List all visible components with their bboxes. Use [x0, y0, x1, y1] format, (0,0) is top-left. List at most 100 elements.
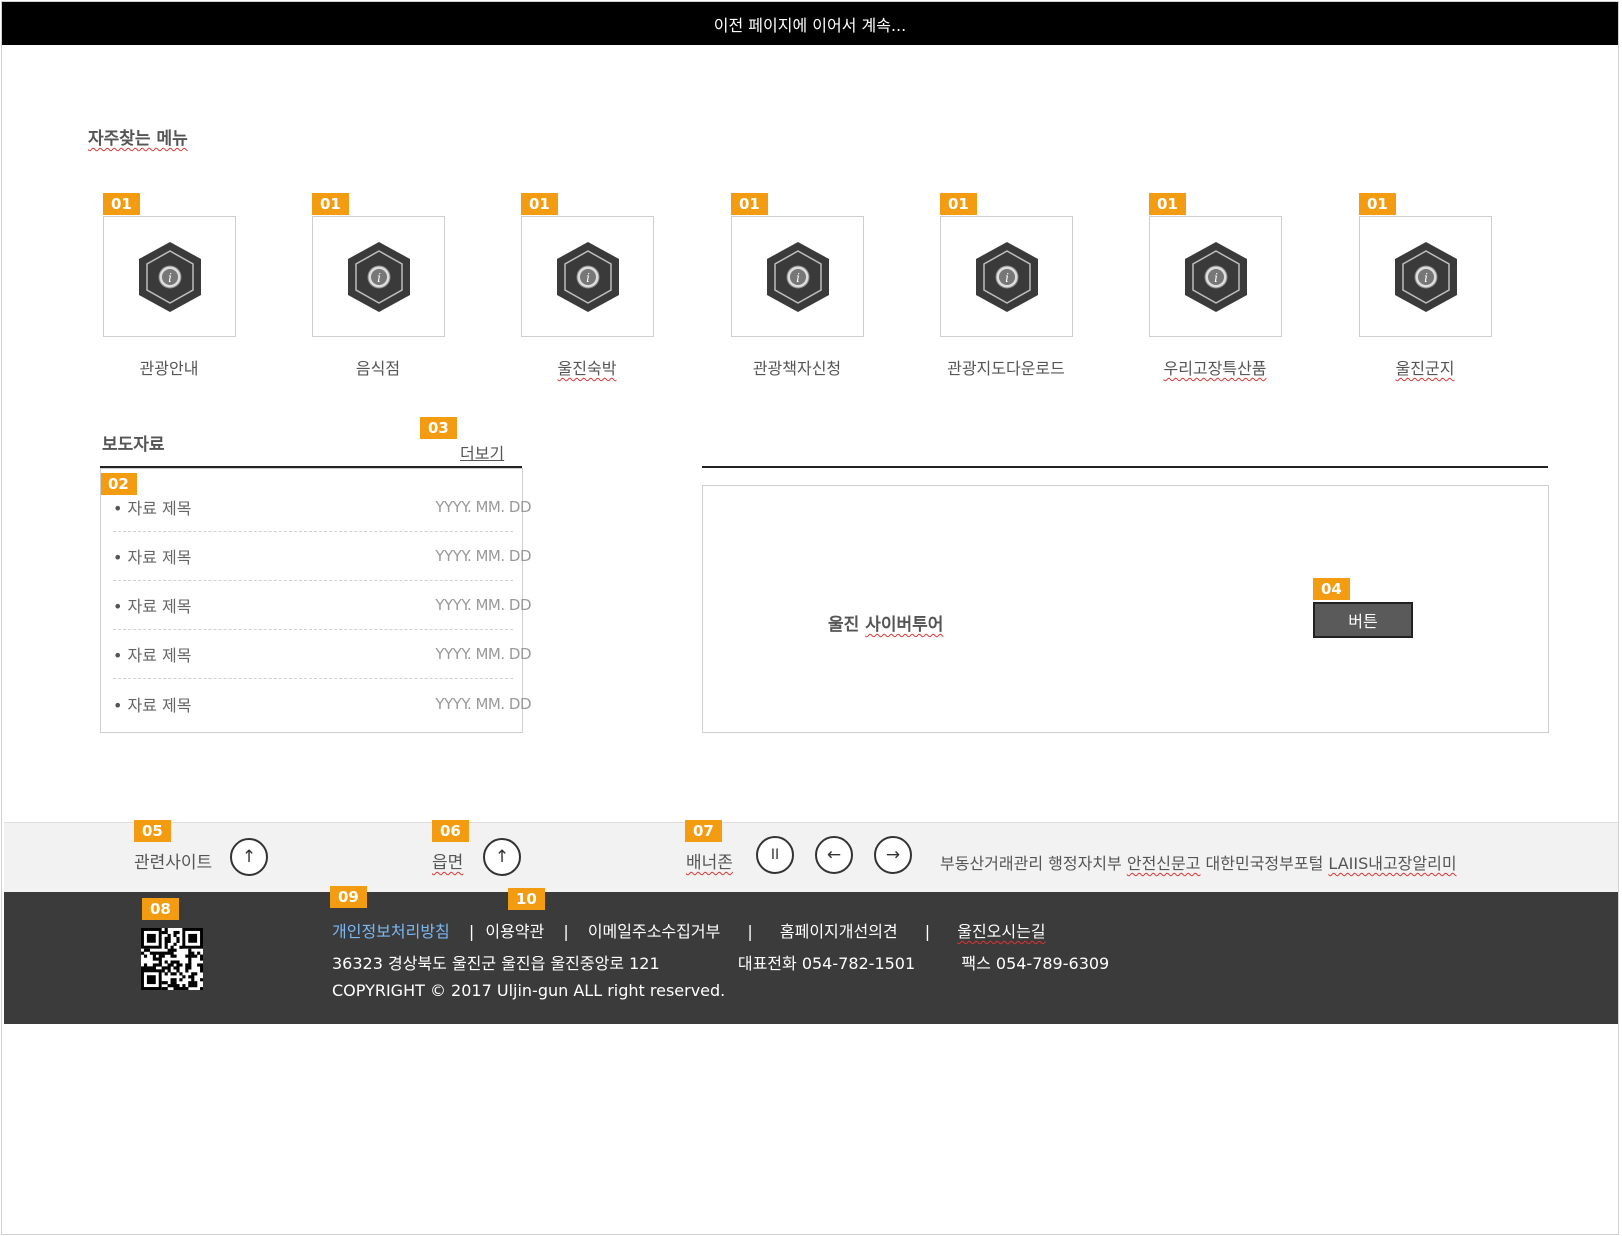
quick-menu-item[interactable]: i [103, 216, 236, 337]
press-item-date: YYYY. MM. DD [435, 694, 531, 713]
banner-item[interactable]: 대한민국정부포털 [1206, 854, 1324, 873]
banner-item[interactable]: 행정자치부 [1048, 854, 1122, 873]
quick-menu-item[interactable]: i [1149, 216, 1282, 337]
footer-copyright: COPYRIGHT © 2017 Uljin-gun ALL right res… [332, 981, 726, 1000]
info-hexagon-icon: i [766, 241, 829, 312]
arrow-left-icon: ← [826, 845, 842, 865]
press-list-item[interactable]: 자료 제목 YYYY. MM. DD [113, 630, 531, 679]
related-sites-toggle[interactable]: ↑ [230, 838, 268, 876]
footer-link-terms[interactable]: 이용약관 [485, 922, 544, 941]
qr-code [141, 928, 204, 991]
banner-zone-label: 배너존 [686, 853, 733, 873]
quick-menu-label: 울진군지 [1395, 359, 1455, 378]
banner-next-button[interactable]: → [874, 836, 912, 874]
banner-item[interactable]: 부동산거래관리 [940, 854, 1043, 873]
arrow-right-icon: → [885, 845, 901, 865]
press-title: 보도자료 [102, 435, 165, 455]
quick-menu-label: 우리고장특산품 [1163, 359, 1267, 378]
press-list: 자료 제목 YYYY. MM. DD 자료 제목 YYYY. MM. DD 자료 제목 Y… [113, 483, 532, 728]
quick-menu-item[interactable]: i [940, 216, 1073, 337]
banner-list: 부동산거래관리 행정자치부 안전신문고 대한민국정부포털 LAIIS내고장알리미 [940, 850, 1457, 874]
related-sites-label: 관련사이트 [134, 853, 213, 873]
quick-menu-item[interactable]: i [731, 216, 864, 337]
annotation-badge: 01 [1359, 193, 1396, 215]
banner-prev-button[interactable]: ← [815, 836, 853, 874]
footer-link-email-refusal[interactable]: 이메일주소수집거부 [588, 922, 720, 941]
more-link[interactable]: 더보기 [460, 440, 504, 464]
press-item-date: YYYY. MM. DD [435, 498, 531, 516]
footer-link-feedback[interactable]: 홈페이지개선의견 [780, 922, 898, 941]
footer-fax: 팩스 054-789-6309 [961, 954, 1110, 973]
annotation-badge: 01 [521, 193, 558, 215]
press-item-title: 자료 제목 [113, 692, 192, 716]
qr-code-icon [141, 928, 204, 991]
pause-icon: II [770, 847, 780, 863]
quick-menu-label: 관광책자신청 [752, 359, 842, 378]
quick-menu-label: 관광지도다운로드 [947, 359, 1065, 378]
annotation-badge: 01 [1149, 193, 1186, 215]
footer-phone: 대표전화 054-782-1501 [737, 954, 916, 973]
press-item-date: YYYY. MM. DD [435, 547, 531, 565]
info-hexagon-icon: i [556, 241, 619, 312]
press-list-item[interactable]: 자료 제목 YYYY. MM. DD [113, 483, 531, 532]
arrow-up-icon: ↑ [494, 847, 510, 867]
svg-text:i: i [1005, 271, 1009, 285]
svg-text:i: i [1214, 271, 1218, 285]
cyber-tour-panel [702, 485, 1549, 733]
press-list-box: 자료 제목 YYYY. MM. DD 자료 제목 YYYY. MM. DD 자료 제목 Y… [100, 468, 532, 733]
info-hexagon-icon: i [975, 241, 1038, 312]
svg-text:i: i [796, 271, 800, 285]
annotation-badge: 01 [731, 193, 768, 215]
press-item-title: 자료 제목 [113, 544, 192, 568]
quick-menu-label: 음식점 [355, 359, 401, 378]
annotation-badge: 01 [103, 193, 140, 215]
town-label: 읍면 [432, 853, 464, 873]
footer-separator: | [747, 922, 753, 941]
quick-menu-item[interactable]: i [312, 216, 445, 337]
press-item-title: 자료 제목 [113, 495, 192, 519]
town-toggle[interactable]: ↑ [483, 838, 521, 876]
banner-item[interactable]: 안전신문고 [1127, 854, 1201, 873]
info-hexagon-icon: i [138, 241, 201, 312]
continuation-text: 이전 페이지에 이어서 계속... [713, 15, 907, 35]
annotation-badge: 07 [685, 820, 722, 842]
annotation-badge: 09 [330, 886, 367, 908]
press-list-item[interactable]: 자료 제목 YYYY. MM. DD [113, 532, 531, 581]
footer-separator: | [468, 922, 475, 941]
info-hexagon-icon: i [1184, 241, 1247, 312]
footer-link-privacy[interactable]: 개인정보처리방침 [332, 922, 450, 941]
quick-menu-item[interactable]: i [521, 216, 654, 337]
annotation-badge: 06 [432, 820, 469, 842]
banner-item[interactable]: LAIIS내고장알리미 [1328, 854, 1456, 873]
press-list-item[interactable]: 자료 제목 YYYY. MM. DD [113, 679, 532, 728]
press-item-title: 자료 제목 [113, 642, 192, 666]
quick-menu-label: 울진숙박 [557, 359, 617, 378]
footer-address: 36323 경상북도 울진군 울진읍 울진중앙로 121 [332, 954, 660, 973]
annotation-badge: 01 [940, 193, 977, 215]
info-hexagon-icon: i [1394, 241, 1457, 312]
quick-menu-title: 자주찾는 메뉴 [88, 129, 188, 149]
annotation-badge: 03 [420, 417, 457, 439]
banner-pause-button[interactable]: II [756, 836, 794, 874]
annotation-badge: 10 [508, 888, 545, 910]
annotation-badge: 01 [312, 193, 349, 215]
continuation-banner: 이전 페이지에 이어서 계속... [2, 2, 1618, 45]
press-list-item[interactable]: 자료 제목 YYYY. MM. DD [113, 581, 531, 630]
arrow-up-icon: ↑ [241, 847, 257, 867]
svg-text:i: i [168, 271, 172, 285]
annotation-badge: 05 [134, 820, 171, 842]
quick-menu-label: 관광안내 [139, 359, 199, 378]
footer-link-directions[interactable]: 울진오시는길 [957, 922, 1045, 941]
info-hexagon-icon: i [347, 241, 410, 312]
svg-text:i: i [1424, 271, 1428, 285]
annotation-badge: 04 [1313, 578, 1350, 600]
svg-text:i: i [377, 271, 381, 285]
cyber-tour-title: 울진 사이버투어 [828, 615, 944, 635]
cyber-tour-button[interactable]: 버튼 [1313, 602, 1413, 638]
quick-menu-item[interactable]: i [1359, 216, 1492, 337]
footer-links: 개인정보처리방침 | 이용약관 | 이메일주소수집거부 | 홈페이지개선의견 |… [332, 918, 1046, 942]
press-item-date: YYYY. MM. DD [435, 596, 531, 614]
footer-separator: | [563, 922, 569, 941]
footer-separator: | [924, 922, 931, 941]
cyber-tour-divider [702, 466, 1548, 468]
